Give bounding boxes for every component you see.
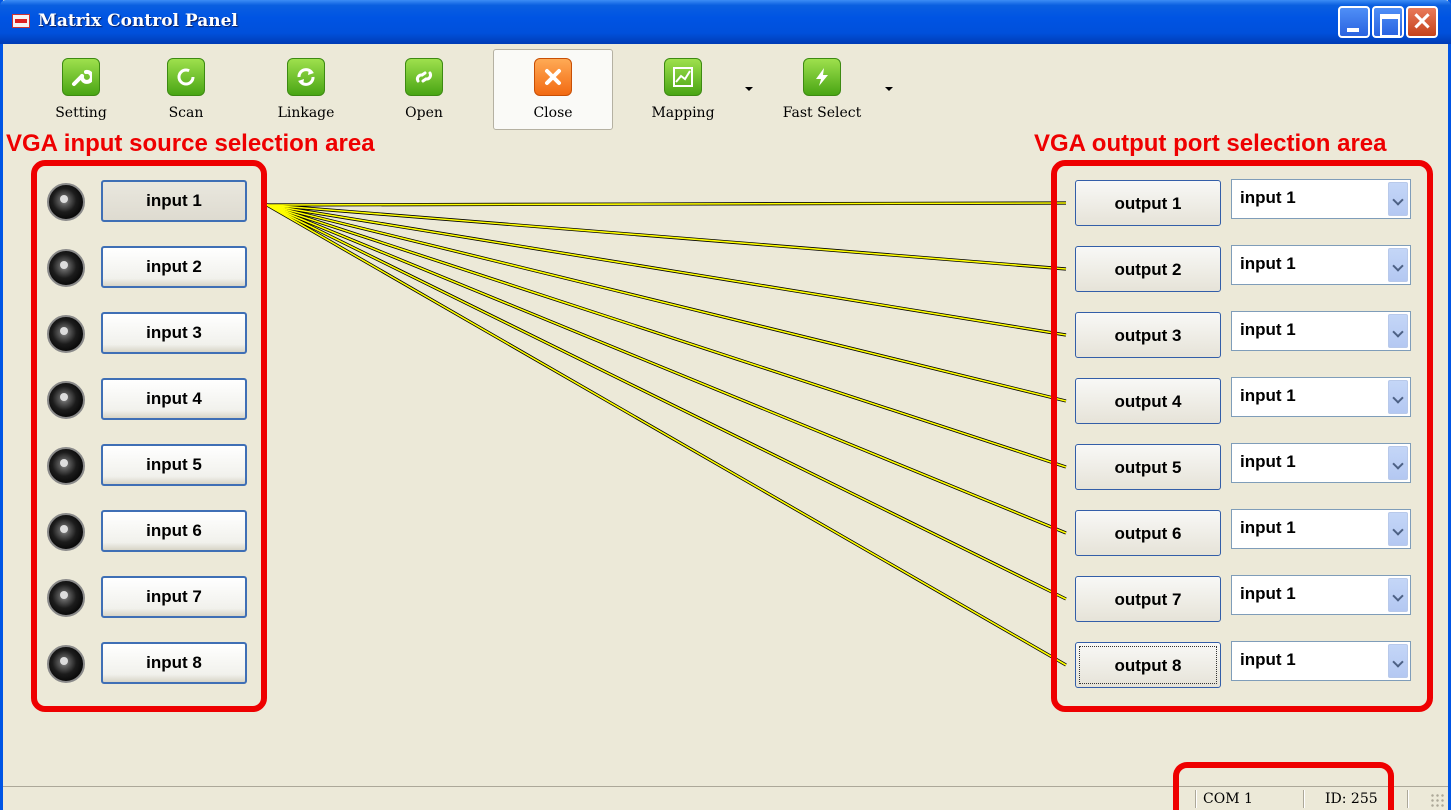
matrix-control-window: Matrix Control Panel × Setting Scan Link…	[0, 0, 1451, 810]
input-button-8[interactable]: input 8	[101, 642, 247, 684]
status-led-icon	[47, 447, 85, 485]
output-button-3[interactable]: output 3	[1075, 312, 1221, 358]
connection-line	[266, 204, 1067, 666]
input-button-6[interactable]: input 6	[101, 510, 247, 552]
chevron-down-icon[interactable]	[1388, 380, 1408, 414]
output-button-8[interactable]: output 8	[1075, 642, 1221, 688]
selected-source-value: input 1	[1240, 320, 1296, 339]
output-source-select-8[interactable]: input 1	[1231, 641, 1411, 681]
output-source-select-2[interactable]: input 1	[1231, 245, 1411, 285]
output-button-label: output 2	[1114, 260, 1182, 279]
resize-grip-icon[interactable]	[1430, 793, 1444, 807]
status-highlight	[1173, 762, 1394, 810]
chevron-down-icon[interactable]	[1388, 644, 1408, 678]
chevron-down-icon[interactable]	[1388, 512, 1408, 546]
output-button-label: output 6	[1114, 524, 1182, 543]
input-button-1[interactable]: input 1	[101, 180, 247, 222]
output-button-2[interactable]: output 2	[1075, 246, 1221, 292]
output-button-label: output 7	[1114, 590, 1182, 609]
output-button-label: output 4	[1114, 392, 1182, 411]
output-button-4[interactable]: output 4	[1075, 378, 1221, 424]
output-button-label: output 3	[1114, 326, 1182, 345]
selected-source-value: input 1	[1240, 650, 1296, 669]
input-button-7[interactable]: input 7	[101, 576, 247, 618]
output-button-7[interactable]: output 7	[1075, 576, 1221, 622]
connection-line	[266, 204, 1067, 600]
selected-source-value: input 1	[1240, 452, 1296, 471]
input-button-2[interactable]: input 2	[101, 246, 247, 288]
output-source-select-6[interactable]: input 1	[1231, 509, 1411, 549]
output-button-label: output 1	[1114, 194, 1182, 213]
output-source-select-1[interactable]: input 1	[1231, 179, 1411, 219]
selected-source-value: input 1	[1240, 518, 1296, 537]
chevron-down-icon[interactable]	[1388, 578, 1408, 612]
selected-source-value: input 1	[1240, 584, 1296, 603]
output-area-highlight	[1051, 160, 1433, 712]
output-button-6[interactable]: output 6	[1075, 510, 1221, 556]
chevron-down-icon[interactable]	[1388, 248, 1408, 282]
status-led-icon	[47, 645, 85, 683]
output-button-5[interactable]: output 5	[1075, 444, 1221, 490]
output-button-1[interactable]: output 1	[1075, 180, 1221, 226]
selected-source-value: input 1	[1240, 254, 1296, 273]
selected-source-value: input 1	[1240, 188, 1296, 207]
output-button-label: output 5	[1114, 458, 1182, 477]
connection-line	[266, 204, 1067, 468]
chevron-down-icon[interactable]	[1388, 446, 1408, 480]
output-source-select-5[interactable]: input 1	[1231, 443, 1411, 483]
chevron-down-icon[interactable]	[1388, 182, 1408, 216]
selected-source-value: input 1	[1240, 386, 1296, 405]
status-led-icon	[47, 579, 85, 617]
connection-line	[266, 204, 1067, 402]
chevron-down-icon[interactable]	[1388, 314, 1408, 348]
status-led-icon	[47, 183, 85, 221]
status-led-icon	[47, 249, 85, 287]
connection-line	[266, 204, 1067, 534]
status-led-icon	[47, 381, 85, 419]
input-button-3[interactable]: input 3	[101, 312, 247, 354]
status-separator	[1407, 790, 1409, 808]
output-source-select-4[interactable]: input 1	[1231, 377, 1411, 417]
status-led-icon	[47, 315, 85, 353]
output-source-select-7[interactable]: input 1	[1231, 575, 1411, 615]
input-area-highlight	[31, 160, 267, 712]
output-button-label: output 8	[1114, 656, 1182, 675]
connection-line	[266, 204, 1067, 270]
input-button-5[interactable]: input 5	[101, 444, 247, 486]
output-source-select-3[interactable]: input 1	[1231, 311, 1411, 351]
connection-line	[266, 204, 1067, 336]
status-led-icon	[47, 513, 85, 551]
input-button-4[interactable]: input 4	[101, 378, 247, 420]
